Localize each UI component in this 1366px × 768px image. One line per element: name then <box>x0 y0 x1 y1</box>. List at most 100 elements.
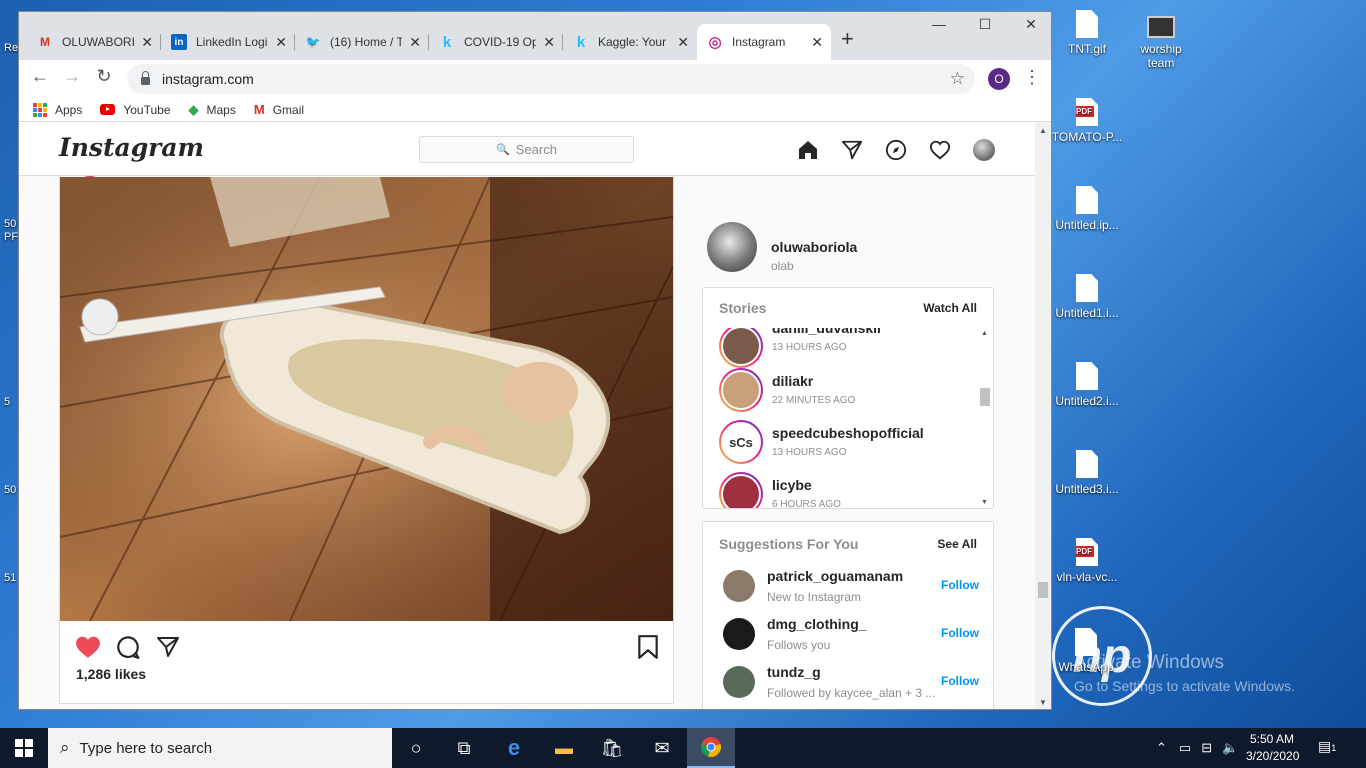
current-user-name: olab <box>771 259 794 273</box>
battery-icon[interactable]: ▭ <box>1179 740 1191 756</box>
file-icon <box>1076 10 1098 38</box>
network-icon[interactable]: ⊟ <box>1201 740 1212 756</box>
search-icon: 🔍 <box>496 144 510 156</box>
desktop-file-vln[interactable]: PDF vln-vla-vc... <box>1047 538 1127 584</box>
direct-message-icon[interactable] <box>839 137 865 163</box>
close-icon[interactable]: ✕ <box>409 34 421 51</box>
pdf-icon: PDF <box>1076 538 1098 566</box>
reload-button[interactable]: ↻ <box>92 66 116 87</box>
notification-center-icon[interactable]: ▤1 <box>1318 738 1336 755</box>
desktop-file-worship-team[interactable]: worship team <box>1121 16 1201 70</box>
new-tab-button[interactable]: + <box>841 26 854 52</box>
scroll-up-arrow-icon: ▲ <box>1039 126 1047 135</box>
edge-icon[interactable]: e <box>490 728 538 768</box>
scroll-down-arrow-icon: ▼ <box>981 499 988 506</box>
stories-card: Stories Watch All daniil_duvanskii 13 HO… <box>702 287 994 509</box>
current-user-avatar[interactable] <box>707 222 757 272</box>
desktop-clipped-label: 51 <box>4 572 17 584</box>
search-icon: ⌕ <box>60 738 70 757</box>
scroll-up-arrow-icon: ▲ <box>981 330 988 337</box>
close-icon[interactable]: ✕ <box>811 34 823 51</box>
gmail-icon: M <box>40 35 50 49</box>
url-text: instagram.com <box>162 71 254 87</box>
scroll-down-arrow-icon: ▼ <box>1039 698 1047 707</box>
start-button[interactable] <box>0 728 48 768</box>
scrollbar-thumb <box>1038 582 1048 598</box>
maximize-button[interactable]: ☐ <box>962 16 1008 33</box>
profile-avatar[interactable]: O <box>988 68 1010 90</box>
close-icon[interactable]: ✕ <box>141 34 153 51</box>
minimize-button[interactable]: — <box>916 16 962 32</box>
close-window-button[interactable]: ✕ <box>1008 16 1051 33</box>
close-icon[interactable]: ✕ <box>275 34 287 51</box>
close-icon[interactable]: ✕ <box>543 34 555 51</box>
desktop-file-tnt[interactable]: TNT.gif <box>1047 10 1127 56</box>
clock[interactable]: 5:50 AM 3/20/2020 <box>1246 731 1299 765</box>
file-explorer-icon[interactable]: ▬ <box>540 728 588 768</box>
save-bookmark-icon[interactable] <box>634 633 662 661</box>
tab-twitter[interactable]: 🐦 (16) Home / Twitter ✕ <box>295 24 429 60</box>
forward-button[interactable]: → <box>60 66 84 87</box>
tab-linkedin[interactable]: in LinkedIn Login ✕ <box>161 24 295 60</box>
taskbar-search-input[interactable]: ⌕ Type here to search <box>48 728 392 768</box>
follow-button[interactable]: Follow <box>941 578 979 592</box>
close-icon[interactable]: ✕ <box>677 34 689 51</box>
suggestion-item: tundz_g Followed by kaycee_alan + 3 ... … <box>723 664 983 709</box>
post-image[interactable] <box>60 177 673 621</box>
search-input[interactable]: 🔍 Search <box>419 136 634 163</box>
suggestion-avatar[interactable] <box>723 618 755 650</box>
cortana-icon[interactable]: ○ <box>392 728 440 768</box>
suggestion-avatar[interactable] <box>723 666 755 698</box>
watch-all-link[interactable]: Watch All <box>923 301 977 315</box>
tab-covid[interactable]: k COVID-19 Open ✕ <box>429 24 563 60</box>
home-icon[interactable] <box>795 137 821 163</box>
like-heart-icon[interactable] <box>74 633 102 661</box>
bookmark-apps[interactable]: Apps <box>33 102 82 117</box>
address-bar[interactable]: instagram.com ☆ <box>127 64 975 94</box>
tab-kaggle[interactable]: k Kaggle: Your Home ✕ <box>563 24 697 60</box>
suggestion-avatar[interactable] <box>723 570 755 602</box>
chrome-icon[interactable] <box>687 728 735 768</box>
desktop-file-untitled2[interactable]: Untitled2.i... <box>1047 362 1127 408</box>
instagram-icon: ◎ <box>708 34 722 51</box>
file-icon <box>1076 450 1098 478</box>
tab-gmail[interactable]: M OLUWABORIOLA ✕ <box>27 24 161 60</box>
suggestions-card: Suggestions For You See All patrick_ogua… <box>702 521 994 709</box>
bookmark-star-icon[interactable]: ☆ <box>950 69 965 89</box>
bookmark-youtube[interactable]: YouTube <box>100 103 171 117</box>
current-user-username[interactable]: oluwaboriola <box>771 239 857 255</box>
bookmark-gmail[interactable]: M Gmail <box>254 102 304 117</box>
browser-toolbar: ← → ↻ instagram.com ☆ O ⋮ <box>19 60 1051 98</box>
back-button[interactable]: ← <box>28 66 52 87</box>
activate-windows-watermark: Activate Windows Go to Settings to activ… <box>1074 652 1295 694</box>
desktop-file-tomato[interactable]: PDF TOMATO-P... <box>1047 98 1127 144</box>
stories-scrollbar[interactable]: ▲ ▼ <box>979 328 991 508</box>
tab-instagram[interactable]: ◎ Instagram ✕ <box>697 24 831 60</box>
comment-icon[interactable] <box>114 633 142 661</box>
activity-heart-icon[interactable] <box>927 137 953 163</box>
chevron-up-icon[interactable]: ⌃ <box>1156 740 1167 756</box>
page-scrollbar[interactable]: ▲ ▼ <box>1035 122 1051 709</box>
store-icon[interactable]: 🛍 <box>588 728 636 768</box>
twitter-icon: 🐦 <box>305 35 321 49</box>
instagram-logo[interactable]: Instagram <box>59 133 204 162</box>
browser-menu-icon[interactable]: ⋮ <box>1023 67 1041 88</box>
follow-button[interactable]: Follow <box>941 674 979 688</box>
mail-icon[interactable]: ✉ <box>638 728 686 768</box>
profile-avatar[interactable] <box>971 137 997 163</box>
follow-button[interactable]: Follow <box>941 626 979 640</box>
see-all-link[interactable]: See All <box>937 537 977 551</box>
stories-title: Stories <box>719 300 767 316</box>
desktop-file-untitled3[interactable]: Untitled3.i... <box>1047 450 1127 496</box>
explore-compass-icon[interactable] <box>883 137 909 163</box>
likes-count[interactable]: 1,286 likes <box>76 666 146 682</box>
desktop-clipped-label: 50 <box>4 484 17 496</box>
bookmark-maps[interactable]: ◆ Maps <box>189 102 236 118</box>
feed-post: violoncelocello ··· <box>59 141 674 704</box>
desktop-file-untitled1[interactable]: Untitled1.i... <box>1047 274 1127 320</box>
volume-icon[interactable]: 🔈 <box>1222 740 1238 756</box>
share-icon[interactable] <box>154 633 182 661</box>
desktop-file-untitled[interactable]: Untitled.ip... <box>1047 186 1127 232</box>
desktop-clipped-label: Re <box>4 42 19 54</box>
task-view-icon[interactable]: ⧉ <box>440 728 488 768</box>
